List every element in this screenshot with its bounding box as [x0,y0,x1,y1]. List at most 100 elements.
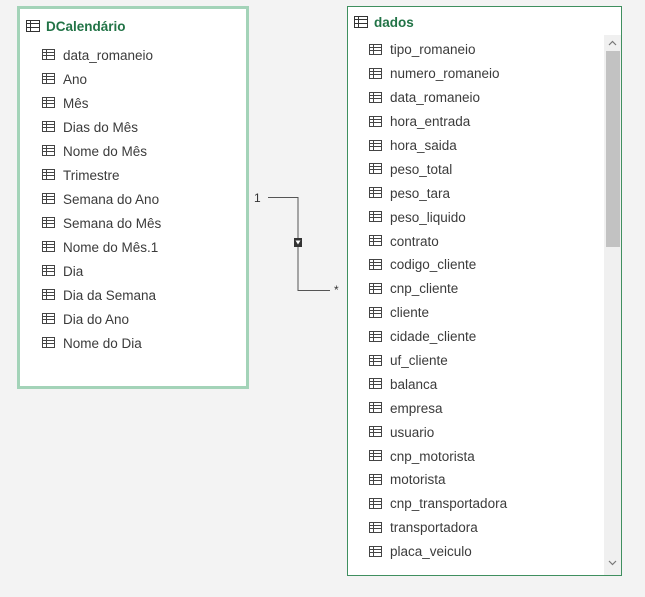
field-table-icon [42,97,56,109]
field-label: peso_total [390,161,453,177]
field-item[interactable]: cnp_motorista [348,444,603,468]
field-label: Nome do Mês.1 [63,239,159,255]
field-item[interactable]: contrato [348,229,603,253]
field-label: Semana do Ano [63,191,160,207]
field-label: uf_cliente [390,353,448,369]
field-item[interactable]: Semana do Ano [20,187,246,211]
field-label: contrato [390,233,439,249]
field-label: cnp_cliente [390,281,459,297]
field-item[interactable]: cidade_cliente [348,325,603,349]
field-item[interactable]: transportadora [348,516,603,540]
field-table-icon [369,378,383,390]
field-label: empresa [390,400,443,416]
table-title: DCalendário [46,18,126,34]
field-table-icon [369,115,383,128]
filter-direction-icon [294,238,302,247]
field-item[interactable]: Nome do Mês [20,139,246,163]
field-item[interactable]: Dia do Ano [20,307,246,331]
field-table-icon [369,235,383,247]
field-table-icon [369,211,383,223]
field-item[interactable]: data_romaneio [20,43,246,67]
field-table-icon [369,354,383,367]
field-table-icon [369,163,383,175]
field-item[interactable]: Trimestre [20,163,246,187]
field-label: Semana do Mês [63,215,162,231]
field-table-icon [369,473,383,486]
field-table-icon [42,289,56,301]
field-item[interactable]: tipo_romaneio [348,38,603,62]
field-label: data_romaneio [390,90,481,106]
field-item[interactable]: peso_total [348,157,603,181]
field-label: Mês [63,95,89,111]
field-item[interactable]: data_romaneio [348,86,603,110]
field-item[interactable]: Dias do Mês [20,115,246,139]
field-label: hora_entrada [390,114,471,130]
table-icon [26,20,40,32]
field-table-icon [369,497,383,510]
field-item[interactable]: cnp_cliente [348,277,603,301]
scrollbar-thumb[interactable] [606,51,620,247]
field-item[interactable]: Mês [20,91,246,115]
table-card-dcalendario[interactable]: DCalendário data_romaneio Ano Mês Dias do M… [17,6,249,389]
field-table-icon [42,73,56,85]
field-label: numero_romaneio [390,66,500,82]
field-label: Nome do Mês [63,143,148,159]
field-item[interactable]: Ano [20,67,246,91]
field-label: Nome do Dia [63,335,142,351]
field-item[interactable]: Nome do Mês.1 [20,235,246,259]
field-item[interactable]: uf_cliente [348,349,603,373]
field-label: Trimestre [63,167,120,183]
table-icon [354,16,368,28]
field-table-icon [369,91,383,104]
field-item[interactable]: codigo_cliente [348,253,603,277]
chevron-down-icon[interactable] [604,555,621,571]
relationship-one-label: 1 [254,191,261,205]
vertical-scrollbar[interactable] [604,35,621,575]
field-item[interactable]: hora_saida [348,134,603,158]
field-label: tipo_romaneio [390,42,476,58]
field-table-icon [42,193,56,205]
field-label: peso_liquido [390,209,466,225]
field-item[interactable]: hora_entrada [348,110,603,134]
field-item[interactable]: placa_veiculo [348,540,603,564]
field-label: Dias do Mês [63,119,139,135]
field-item[interactable]: Nome do Dia [20,331,246,355]
field-table-icon [369,330,383,343]
field-item[interactable]: peso_tara [348,181,603,205]
field-item[interactable]: peso_liquido [348,205,603,229]
field-label: placa_veiculo [390,544,472,560]
field-item[interactable]: usuario [348,420,603,444]
chevron-up-icon[interactable] [604,35,621,51]
field-table-icon [369,545,383,558]
field-label: motorista [390,472,446,488]
field-item[interactable]: Dia da Semana [20,283,246,307]
field-item[interactable]: cnp_transportadora [348,492,603,516]
field-table-icon [369,43,383,56]
table-title: dados [374,14,414,30]
field-item[interactable]: Semana do Mês [20,211,246,235]
field-item[interactable]: numero_romaneio [348,62,603,86]
field-table-icon [369,187,383,199]
field-item[interactable]: cliente [348,301,603,325]
field-label: cidade_cliente [390,329,477,345]
field-label: Ano [63,71,88,87]
field-label: cnp_transportadora [390,496,508,512]
field-label: codigo_cliente [390,257,477,273]
field-table-icon [42,217,56,229]
field-item[interactable]: balanca [348,372,603,396]
field-label: data_romaneio [63,47,154,63]
field-list: data_romaneio Ano Mês Dias do Mês Nome do Mê… [20,43,246,355]
field-table-icon [42,169,56,181]
field-table-icon [42,241,56,253]
field-item[interactable]: Dia [20,259,246,283]
table-card-dados[interactable]: dados tipo_romaneio numero_romaneio data_r… [347,6,622,576]
field-table-icon [369,258,383,271]
field-label: Dia [63,263,84,279]
field-item[interactable]: empresa [348,396,603,420]
field-table-icon [369,67,383,80]
table-header[interactable]: DCalendário [26,15,126,37]
field-table-icon [42,265,56,277]
field-label: cnp_motorista [390,448,475,464]
table-header[interactable]: dados [354,11,414,33]
field-item[interactable]: motorista [348,468,603,492]
